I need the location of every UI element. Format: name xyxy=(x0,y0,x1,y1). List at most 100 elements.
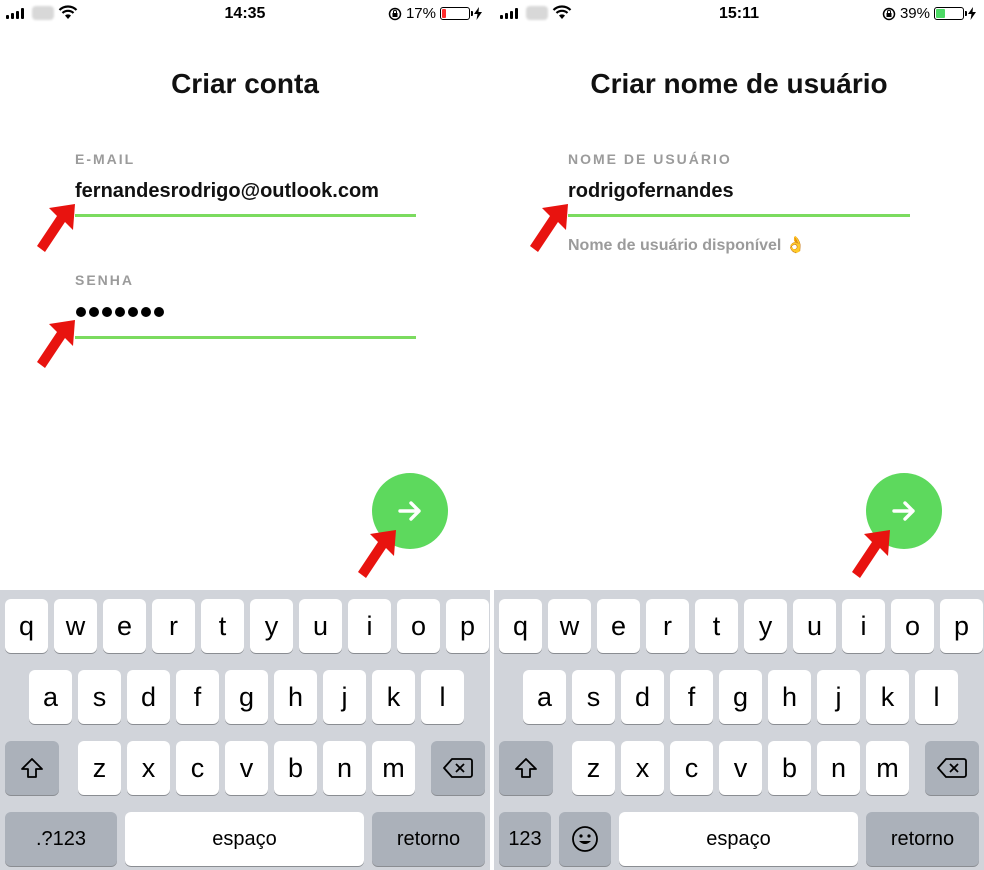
red-pointer-arrow-icon xyxy=(37,204,75,252)
key-r[interactable]: r xyxy=(646,599,689,653)
key-q[interactable]: q xyxy=(499,599,542,653)
orientation-lock-icon xyxy=(882,7,896,20)
key-a[interactable]: a xyxy=(523,670,566,724)
password-underline xyxy=(75,336,416,339)
key-m[interactable]: m xyxy=(866,741,909,795)
email-underline xyxy=(75,214,416,217)
create-username-screen: 15:11 39% Criar nome de usuário NOME DE … xyxy=(494,0,984,870)
key-j[interactable]: j xyxy=(323,670,366,724)
key-w[interactable]: w xyxy=(548,599,591,653)
key-c[interactable]: c xyxy=(176,741,219,795)
backspace-key[interactable] xyxy=(925,741,979,795)
password-label: SENHA xyxy=(75,272,135,288)
numbers-key[interactable]: .?123 xyxy=(5,812,117,866)
space-key[interactable]: espaço xyxy=(125,812,364,866)
shift-key[interactable] xyxy=(499,741,553,795)
space-key[interactable]: espaço xyxy=(619,812,858,866)
key-n[interactable]: n xyxy=(323,741,366,795)
key-q[interactable]: q xyxy=(5,599,48,653)
password-dot xyxy=(141,307,151,317)
key-v[interactable]: v xyxy=(719,741,762,795)
username-label: NOME DE USUÁRIO xyxy=(568,151,732,167)
key-h[interactable]: h xyxy=(768,670,811,724)
key-s[interactable]: s xyxy=(572,670,615,724)
email-field[interactable]: fernandesrodrigo@outlook.com xyxy=(75,180,379,203)
key-m[interactable]: m xyxy=(372,741,415,795)
email-label: E-MAIL xyxy=(75,151,136,167)
key-i[interactable]: i xyxy=(842,599,885,653)
key-w[interactable]: w xyxy=(54,599,97,653)
key-c[interactable]: c xyxy=(670,741,713,795)
key-u[interactable]: u xyxy=(793,599,836,653)
backspace-key[interactable] xyxy=(431,741,485,795)
key-n[interactable]: n xyxy=(817,741,860,795)
key-k[interactable]: k xyxy=(372,670,415,724)
key-o[interactable]: o xyxy=(891,599,934,653)
availability-text: Nome de usuário disponível xyxy=(568,237,782,254)
key-b[interactable]: b xyxy=(768,741,811,795)
shift-key[interactable] xyxy=(5,741,59,795)
backspace-icon xyxy=(937,758,967,778)
orientation-lock-icon xyxy=(388,7,402,20)
return-key[interactable]: retorno xyxy=(866,812,979,866)
key-y[interactable]: y xyxy=(250,599,293,653)
key-d[interactable]: d xyxy=(127,670,170,724)
key-e[interactable]: e xyxy=(597,599,640,653)
key-o[interactable]: o xyxy=(397,599,440,653)
key-z[interactable]: z xyxy=(572,741,615,795)
key-h[interactable]: h xyxy=(274,670,317,724)
shift-icon xyxy=(21,758,43,778)
key-a[interactable]: a xyxy=(29,670,72,724)
key-f[interactable]: f xyxy=(670,670,713,724)
key-s[interactable]: s xyxy=(78,670,121,724)
key-x[interactable]: x xyxy=(127,741,170,795)
key-l[interactable]: l xyxy=(421,670,464,724)
key-x[interactable]: x xyxy=(621,741,664,795)
emoji-key[interactable] xyxy=(559,812,611,866)
password-dot xyxy=(115,307,125,317)
password-dot xyxy=(154,307,164,317)
key-i[interactable]: i xyxy=(348,599,391,653)
ok-hand-emoji-icon: 👌 xyxy=(785,237,806,254)
keyboard: q w e r t y u i o p a s d f g h j k l z x c v b n m .?123 espaço ret… xyxy=(0,590,490,870)
key-p[interactable]: p xyxy=(446,599,489,653)
red-pointer-arrow-icon xyxy=(852,530,890,578)
red-pointer-arrow-icon xyxy=(358,530,396,578)
key-g[interactable]: g xyxy=(719,670,762,724)
emoji-icon xyxy=(572,826,598,852)
key-t[interactable]: t xyxy=(695,599,738,653)
key-d[interactable]: d xyxy=(621,670,664,724)
key-k[interactable]: k xyxy=(866,670,909,724)
create-account-screen: 14:35 17% Criar conta E-MAIL fernandesro… xyxy=(0,0,490,870)
key-f[interactable]: f xyxy=(176,670,219,724)
username-field[interactable]: rodrigofernandes xyxy=(568,180,734,203)
red-pointer-arrow-icon xyxy=(530,204,568,252)
password-field[interactable] xyxy=(76,307,164,317)
battery-percent: 39% xyxy=(899,5,930,22)
key-u[interactable]: u xyxy=(299,599,342,653)
key-e[interactable]: e xyxy=(103,599,146,653)
key-g[interactable]: g xyxy=(225,670,268,724)
username-underline xyxy=(568,214,910,217)
key-p[interactable]: p xyxy=(940,599,983,653)
key-y[interactable]: y xyxy=(744,599,787,653)
key-r[interactable]: r xyxy=(152,599,195,653)
key-l[interactable]: l xyxy=(915,670,958,724)
page-title: Criar nome de usuário xyxy=(590,68,888,99)
return-key[interactable]: retorno xyxy=(372,812,485,866)
backspace-icon xyxy=(443,758,473,778)
key-b[interactable]: b xyxy=(274,741,317,795)
shift-icon xyxy=(515,758,537,778)
key-v[interactable]: v xyxy=(225,741,268,795)
arrow-right-icon xyxy=(398,501,421,521)
keyboard: q w e r t y u i o p a s d f g h j k l z x c v b n m 123 espaço retor… xyxy=(494,590,984,870)
status-bar: 14:35 17% xyxy=(0,0,490,28)
battery-percent: 17% xyxy=(405,5,436,22)
key-t[interactable]: t xyxy=(201,599,244,653)
charging-bolt-icon xyxy=(474,7,482,20)
red-pointer-arrow-icon xyxy=(37,320,75,368)
key-z[interactable]: z xyxy=(78,741,121,795)
key-j[interactable]: j xyxy=(817,670,860,724)
numbers-key[interactable]: 123 xyxy=(499,812,551,866)
password-dot xyxy=(89,307,99,317)
